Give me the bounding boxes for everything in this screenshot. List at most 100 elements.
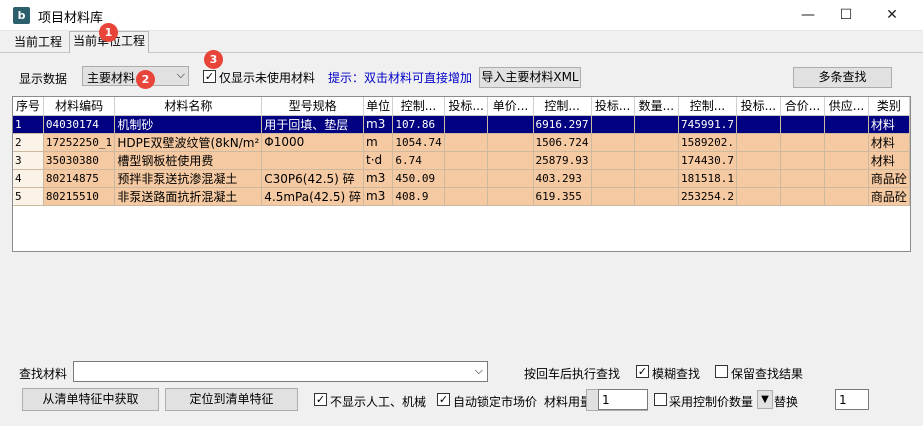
table-cell[interactable]	[824, 169, 869, 188]
table-cell[interactable]: 174430.7	[678, 151, 737, 170]
table-row[interactable]: 3 35030380 槽型钢板桩使用费 t·d 6.74 25879.93 174430.7…	[13, 151, 910, 170]
table-cell[interactable]: 35030380	[43, 151, 116, 170]
table-cell[interactable]	[591, 187, 635, 206]
table-cell[interactable]	[591, 169, 635, 188]
table-cell[interactable]	[824, 133, 869, 152]
table-cell[interactable]: 非泵送路面抗折混凝土	[114, 187, 263, 206]
close-icon[interactable]: ✕	[869, 0, 915, 31]
column-header[interactable]: 投标...	[444, 97, 489, 116]
table-row[interactable]: 4 80214875 预拌非泵送抗渗混凝土 C30P6(42.5) 碎 m3 450.09…	[13, 169, 910, 188]
chevron-down-icon[interactable]: ⌵	[475, 364, 483, 378]
table-cell[interactable]: 商品砼	[868, 169, 910, 188]
table-cell[interactable]	[261, 151, 364, 170]
table-cell[interactable]: 2	[13, 133, 44, 152]
table-cell[interactable]: 6916.297	[533, 115, 592, 134]
table-cell[interactable]: 181518.1	[678, 169, 737, 188]
table-cell[interactable]: 材料	[868, 133, 910, 152]
table-cell[interactable]	[634, 187, 680, 206]
table-row[interactable]: 1 04030174 机制砂 用于回填、垫层 m3 107.86 6916.297 74599…	[13, 115, 910, 134]
column-header[interactable]: 控制...	[678, 97, 737, 116]
table-cell[interactable]: 04030174	[43, 115, 116, 134]
table-row[interactable]: 5 80215510 非泵送路面抗折混凝土 4.5mPa(42.5) 碎 m3 408.9…	[13, 187, 910, 206]
column-header[interactable]: 控制...	[392, 97, 445, 116]
table-cell[interactable]	[444, 169, 489, 188]
column-header[interactable]: 单位	[363, 97, 394, 116]
table-cell[interactable]	[444, 115, 489, 134]
table-cell[interactable]	[444, 133, 489, 152]
table-cell[interactable]	[736, 151, 781, 170]
table-cell[interactable]: Φ1000	[261, 133, 364, 152]
table-cell[interactable]: HDPE双壁波纹管(8kN/m²	[114, 133, 263, 152]
table-cell[interactable]	[591, 133, 635, 152]
table-cell[interactable]: 材料	[868, 151, 910, 170]
table-cell[interactable]: 1	[13, 115, 44, 134]
column-header[interactable]: 供应...	[824, 97, 869, 116]
column-header[interactable]: 投标...	[736, 97, 781, 116]
column-header[interactable]: 型号规格	[261, 97, 364, 116]
table-cell[interactable]	[824, 151, 869, 170]
column-header[interactable]: 投标...	[591, 97, 635, 116]
table-cell[interactable]	[780, 169, 826, 188]
table-cell[interactable]: m3	[363, 169, 394, 188]
table-cell[interactable]	[634, 169, 680, 188]
table-row[interactable]: 2 17252250_1 HDPE双壁波纹管(8kN/m² Φ1000 m 1054.74…	[13, 133, 910, 152]
chevron-down-icon[interactable]: ▼	[757, 390, 773, 409]
table-cell[interactable]	[824, 187, 869, 206]
table-cell[interactable]: 253254.2	[678, 187, 737, 206]
table-cell[interactable]: 403.293	[533, 169, 592, 188]
table-cell[interactable]: 745991.7	[678, 115, 737, 134]
table-cell[interactable]: 6.74	[392, 151, 445, 170]
table-cell[interactable]: 619.355	[533, 187, 592, 206]
table-cell[interactable]	[780, 115, 826, 134]
table-cell[interactable]: 25879.93	[533, 151, 592, 170]
materials-table[interactable]: 序号 材料编码 材料名称 型号规格 单位 控制... 投标... 单价... 控…	[12, 96, 911, 252]
table-cell[interactable]: 机制砂	[114, 115, 263, 134]
table-cell[interactable]: 80215510	[43, 187, 116, 206]
table-cell[interactable]: 商品砼	[868, 187, 910, 206]
table-cell[interactable]: 1054.74	[392, 133, 445, 152]
multi-search-button[interactable]: 多条查找	[793, 67, 892, 88]
column-header[interactable]: 单价...	[487, 97, 534, 116]
table-cell[interactable]: 4.5mPa(42.5) 碎	[261, 187, 364, 206]
table-cell[interactable]	[634, 115, 680, 134]
table-cell[interactable]: m3	[363, 187, 394, 206]
keep-result-checkbox[interactable]	[715, 365, 728, 378]
table-cell[interactable]	[736, 169, 781, 188]
column-header[interactable]: 合价...	[780, 97, 826, 116]
table-cell[interactable]	[487, 133, 534, 152]
use-control-checkbox[interactable]	[654, 393, 667, 406]
table-cell[interactable]	[487, 187, 534, 206]
search-material-input[interactable]: ⌵	[73, 361, 488, 382]
hide-labor-checkbox[interactable]: ✓	[314, 393, 327, 406]
table-cell[interactable]: 5	[13, 187, 44, 206]
table-cell[interactable]: 408.9	[392, 187, 445, 206]
get-from-feature-button[interactable]: 从清单特征中获取	[22, 388, 159, 411]
table-cell[interactable]: C30P6(42.5) 碎	[261, 169, 364, 188]
table-cell[interactable]: 3	[13, 151, 44, 170]
table-cell[interactable]	[634, 133, 680, 152]
auto-lock-checkbox[interactable]: ✓	[437, 393, 450, 406]
column-header[interactable]: 材料名称	[114, 97, 263, 116]
table-cell[interactable]	[780, 151, 826, 170]
table-cell[interactable]: 1506.724	[533, 133, 592, 152]
table-cell[interactable]: 1589202.	[678, 133, 737, 152]
table-cell[interactable]	[487, 151, 534, 170]
table-cell[interactable]	[591, 151, 635, 170]
table-cell[interactable]: 17252250_1	[43, 133, 116, 152]
maximize-icon[interactable]: ☐	[823, 0, 869, 31]
table-cell[interactable]: 107.86	[392, 115, 445, 134]
qty-input[interactable]: 1	[598, 389, 648, 410]
unused-only-checkbox[interactable]: ✓	[203, 70, 216, 83]
table-cell[interactable]	[736, 133, 781, 152]
table-cell[interactable]: 用于回填、垫层	[261, 115, 364, 134]
table-cell[interactable]	[780, 133, 826, 152]
table-cell[interactable]: t·d	[363, 151, 394, 170]
column-header[interactable]: 控制...	[533, 97, 592, 116]
column-header[interactable]: 类别	[868, 97, 910, 116]
tab-current-project[interactable]: 当前工程	[11, 33, 65, 53]
import-xml-button[interactable]: 导入主要材料XML	[479, 67, 581, 88]
table-cell[interactable]	[487, 115, 534, 134]
table-cell[interactable]	[591, 115, 635, 134]
table-cell[interactable]	[444, 151, 489, 170]
table-cell[interactable]	[487, 169, 534, 188]
